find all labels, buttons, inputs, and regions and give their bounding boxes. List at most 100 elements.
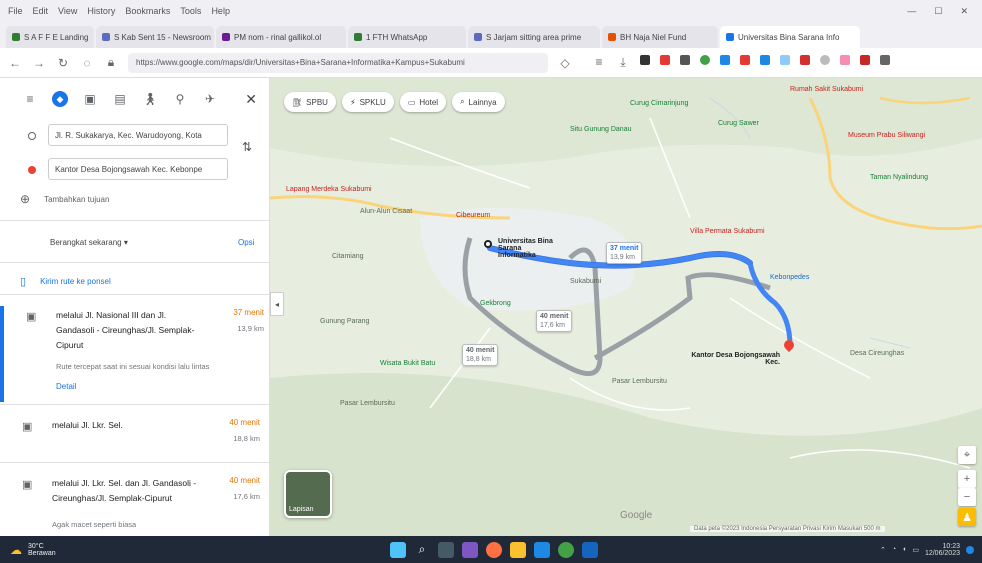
extension-icon[interactable] <box>700 55 710 65</box>
menu-item-view[interactable]: View <box>58 6 77 16</box>
destination-input[interactable] <box>48 158 228 180</box>
menu-icon[interactable]: ≡ <box>22 91 38 107</box>
map-label-place[interactable]: Citamiang <box>332 253 364 260</box>
browser-tab[interactable]: BH Naja Niel Fund <box>602 26 718 48</box>
chat-icon[interactable] <box>462 541 478 558</box>
chevron-up-icon[interactable]: ⌃ <box>880 546 886 554</box>
walk-icon[interactable]: 🚶︎ <box>142 91 158 107</box>
extension-icon[interactable] <box>680 55 690 65</box>
map-label-park[interactable]: Curug Cimarinjung <box>630 100 688 107</box>
menu-item-help[interactable]: Help <box>211 6 230 16</box>
street-view-pegman[interactable]: ♟︎ <box>958 508 976 526</box>
menu-item-bookmarks[interactable]: Bookmarks <box>125 6 170 16</box>
route-option[interactable]: ▣ melalui Jl. Lkr. Sel. 40 menit 18,8 km <box>0 416 269 456</box>
maximize-icon[interactable]: ☐ <box>934 6 942 17</box>
options-button[interactable]: Opsi <box>238 238 254 247</box>
browser-tab[interactable]: PM nom - rinal gallikol.ol <box>216 26 346 48</box>
shield-icon[interactable]: ◌ <box>80 56 94 70</box>
transit-icon[interactable]: ▤ <box>112 91 128 107</box>
map-label-park[interactable]: Gekbrong <box>480 300 511 307</box>
extension-icon[interactable] <box>640 55 650 65</box>
lock-icon[interactable]: 🔒︎ <box>104 55 118 70</box>
chip-more[interactable]: ⌕ Lainnya <box>452 92 505 112</box>
extension-icon[interactable] <box>720 55 730 65</box>
map-label-place[interactable]: Kebonpedes <box>770 274 809 281</box>
car-icon[interactable]: ▣ <box>82 91 98 107</box>
extension-icon[interactable] <box>840 55 850 65</box>
map-label-place[interactable]: Pasar Lembursitu <box>340 400 395 407</box>
route-bubble-alt[interactable]: 40 menit 17,6 km <box>536 310 573 332</box>
task-view-icon[interactable] <box>438 541 454 558</box>
extension-icon[interactable] <box>740 55 750 65</box>
menu-item-history[interactable]: History <box>87 6 115 16</box>
collapse-panel-button[interactable]: ◂ <box>270 292 284 316</box>
reload-icon[interactable]: ↻ <box>56 56 70 70</box>
extension-icon[interactable] <box>860 55 870 65</box>
browser-tab[interactable]: S Kab Sent 15 - Newsroom <box>96 26 214 48</box>
close-window-icon[interactable]: ✕ <box>960 6 968 17</box>
extension-icon[interactable] <box>820 55 830 65</box>
zoom-out-button[interactable]: − <box>958 488 976 506</box>
map-label-place[interactable]: Alun-Alun Cisaat <box>360 208 412 215</box>
download-icon[interactable]: ⤓ <box>616 55 630 70</box>
weather-widget[interactable]: ☁︎ 30°C Berawan <box>10 543 56 557</box>
best-route-icon[interactable]: ◆ <box>52 91 68 107</box>
extension-icon[interactable] <box>880 55 890 65</box>
browser-tab[interactable]: 1 FTH WhatsApp <box>348 26 466 48</box>
close-icon[interactable]: ✕ <box>245 91 257 108</box>
depart-dropdown[interactable]: Berangkat sekarang ▾ <box>50 238 128 247</box>
map-label-place[interactable]: Desa Cireunghas <box>850 350 904 357</box>
origin-input[interactable] <box>48 124 228 146</box>
flight-icon[interactable]: ✈︎ <box>202 91 218 107</box>
clock-time[interactable]: 10:23 <box>925 543 960 550</box>
add-destination[interactable]: ⊕ Tambahkan tujuan <box>20 192 109 206</box>
my-location-button[interactable]: ⌖ <box>958 446 976 464</box>
map-label-park[interactable]: Curug Sawer <box>718 120 759 127</box>
reader-view-icon[interactable]: ◇ <box>558 56 572 70</box>
address-bar[interactable] <box>128 52 548 73</box>
map-label-origin[interactable]: Universitas Bina Sarana Informatika <box>498 238 558 259</box>
extension-icon[interactable] <box>800 55 810 65</box>
store-icon[interactable] <box>534 541 550 558</box>
menu-item-edit[interactable]: Edit <box>33 6 49 16</box>
bicycle-icon[interactable]: ⚲ <box>172 91 188 107</box>
menu-item-tools[interactable]: Tools <box>180 6 201 16</box>
map-label-park[interactable]: Situ Gunung Danau <box>570 126 632 133</box>
extension-icon[interactable] <box>660 55 670 65</box>
file-explorer-icon[interactable] <box>510 541 526 558</box>
map-label-poi[interactable]: Museum Prabu Siliwangi <box>848 132 925 139</box>
map-label-park[interactable]: Wisata Bukit Batu <box>380 360 435 367</box>
map-label-poi[interactable]: Rumah Sakit Sukabumi <box>790 86 863 93</box>
browser-tab[interactable]: S A F F E Landing <box>6 26 94 48</box>
menu-lines-icon[interactable]: ≡ <box>592 55 606 70</box>
map-label-poi[interactable]: Cibeureum <box>456 212 490 219</box>
extension-icon[interactable] <box>760 55 770 65</box>
notification-icon[interactable] <box>966 545 974 554</box>
map-canvas[interactable]: ⛽︎ SPBU ⚡︎ SPKLU ▭ Hotel ⌕ Lainnya Rumah Sak… <box>270 78 982 536</box>
windows-start-icon[interactable] <box>390 541 406 558</box>
swap-icon[interactable]: ⇅ <box>242 140 252 154</box>
map-label-poi[interactable]: Villa Permata Sukabumi <box>690 228 765 235</box>
send-to-phone[interactable]: ▯ Kirim rute ke ponsel <box>20 275 111 288</box>
layers-button[interactable]: Lapisan <box>284 470 332 518</box>
chip-gas-station[interactable]: ⛽︎ SPBU <box>284 92 336 112</box>
origin-marker-icon[interactable] <box>484 240 492 248</box>
map-label-poi[interactable]: Lapang Merdeka Sukabumi <box>286 186 372 193</box>
map-label-park[interactable]: Taman Nyalindung <box>870 174 928 181</box>
search-icon[interactable]: ⌕ <box>414 542 430 558</box>
menu-item-file[interactable]: File <box>8 6 23 16</box>
wifi-icon[interactable]: ◔ <box>892 546 896 553</box>
forward-icon[interactable]: → <box>32 56 46 70</box>
browser-tab[interactable]: S Jarjam sitting area prime <box>468 26 600 48</box>
route-bubble-main[interactable]: 37 menit 13,9 km <box>606 242 643 264</box>
route-bubble-alt[interactable]: 40 menit 18,8 km <box>462 344 499 366</box>
route-details-link[interactable]: Detail <box>56 382 76 391</box>
zoom-in-button[interactable]: + <box>958 470 976 488</box>
chip-hotel[interactable]: ▭ Hotel <box>399 92 447 112</box>
chrome-icon[interactable] <box>558 541 574 558</box>
map-label-place[interactable]: Gunung Parang <box>320 318 369 325</box>
chip-ev-charging[interactable]: ⚡︎ SPKLU <box>341 92 394 112</box>
browser-tab-active[interactable]: Universitas Bina Sarana Info <box>720 26 860 48</box>
battery-icon[interactable]: ▭ <box>912 546 919 554</box>
map-label-destination[interactable]: Kantor Desa Bojongsawah Kec. <box>690 352 780 366</box>
